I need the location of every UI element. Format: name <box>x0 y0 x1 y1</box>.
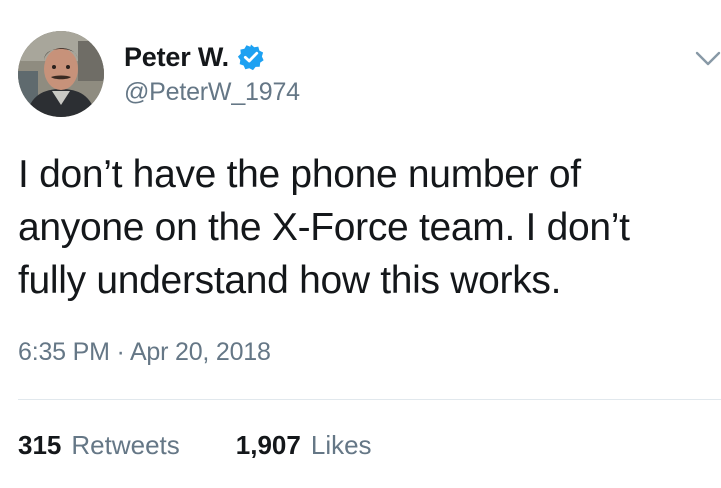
author-display-name[interactable]: Peter W. <box>124 42 229 73</box>
divider <box>18 399 721 400</box>
likes-stat[interactable]: 1,907 Likes <box>236 430 372 461</box>
retweets-count: 315 <box>18 430 62 460</box>
tweet-text-line: anyone on the X-Force team. I don’t <box>18 206 630 249</box>
likes-label: Likes <box>310 430 372 460</box>
likes-count: 1,907 <box>235 430 301 460</box>
tweet-stats: 315 Retweets 1,907 Likes <box>18 430 372 461</box>
retweets-stat[interactable]: 315 Retweets <box>18 430 180 461</box>
tweet-text-line: I don’t have the phone number of <box>18 153 581 196</box>
author-handle[interactable]: @PeterW_1974 <box>124 78 300 107</box>
author-block: Peter W. @PeterW_1974 <box>124 40 300 107</box>
tweet-text: I don’t have the phone number of anyone … <box>18 148 708 307</box>
tweet-text-line: fully understand how this works. <box>18 259 562 302</box>
retweets-label: Retweets <box>71 430 180 460</box>
avatar-photo <box>18 31 104 117</box>
author-name-row: Peter W. <box>124 40 300 74</box>
avatar[interactable] <box>18 31 104 117</box>
chevron-down-icon[interactable] <box>695 45 721 71</box>
verified-badge-icon <box>237 43 265 71</box>
tweet-timestamp[interactable]: 6:35 PM · Apr 20, 2018 <box>18 338 271 367</box>
tweet-card: Peter W. @PeterW_1974 I don’t have the p… <box>0 0 721 488</box>
